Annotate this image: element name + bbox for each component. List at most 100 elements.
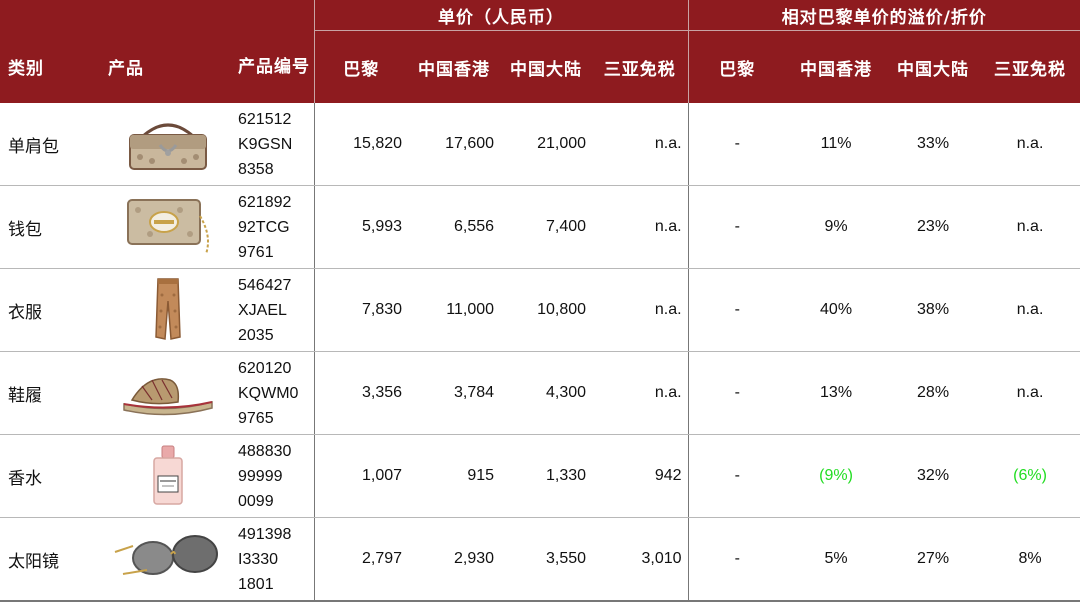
premium-sanya: n.a. (980, 351, 1080, 435)
col-header-price-paris: 巴黎 (313, 30, 409, 103)
price-hk: 17,600 (408, 103, 501, 186)
price-hk: 11,000 (408, 268, 501, 352)
premium-paris: - (687, 185, 787, 269)
product-image-cell (104, 103, 232, 186)
product-image-cell (104, 351, 232, 435)
product-code-line: 488830 (238, 442, 292, 460)
col-header-premium-paris: 巴黎 (687, 30, 787, 103)
product-code-cell: 621892 92TCG 9761 (232, 185, 315, 269)
product-code-line: K9GSN (238, 135, 293, 153)
table-row: 太阳镜 491398 I3330 1801 2,797 2,930 3,550 … (0, 517, 1080, 602)
product-code-line: 9765 (238, 409, 274, 427)
header-blank (0, 0, 315, 31)
premium-paris: - (687, 517, 787, 602)
premium-hk: 9% (786, 185, 887, 269)
col-header-product: 产品 (104, 30, 232, 103)
table-row: 衣服 546427 XJAEL 2035 7,830 11,000 10,800 (0, 268, 1080, 352)
premium-paris: - (687, 103, 787, 186)
category-cell: 单肩包 (0, 103, 104, 186)
price-hk: 6,556 (408, 185, 501, 269)
price-hk: 2,930 (408, 517, 501, 602)
product-code-line: I3330 (238, 550, 279, 568)
category-cell: 香水 (0, 434, 104, 518)
product-image-cell (104, 517, 232, 602)
price-hk: 3,784 (408, 351, 501, 435)
product-code-cell: 488830 99999 0099 (232, 434, 315, 518)
premium-sanya: 8% (980, 517, 1080, 602)
product-image-cell (104, 434, 232, 518)
col-header-premium-mainland: 中国大陆 (886, 30, 981, 103)
product-code-line: 0099 (238, 492, 274, 510)
product-code-cell: 491398 I3330 1801 (232, 517, 315, 602)
group-header-price: 单价（人民币） (313, 0, 689, 31)
col-header-price-sanya: 三亚免税 (592, 30, 689, 103)
premium-hk: 5% (786, 517, 887, 602)
pants-image (155, 278, 181, 340)
product-image-cell (104, 185, 232, 269)
product-code-line: 92TCG (238, 218, 290, 236)
col-header-premium-sanya: 三亚免税 (980, 30, 1080, 103)
product-code-line: 8358 (238, 160, 274, 178)
premium-mainland: 28% (886, 351, 981, 435)
sandal-image (123, 378, 213, 416)
table-row: 香水 488830 99999 0099 1,007 915 1,330 942… (0, 434, 1080, 518)
category-cell: 钱包 (0, 185, 104, 269)
product-code-line: 620120 (238, 359, 292, 377)
price-sanya: n.a. (592, 185, 689, 269)
product-code-line: 621512 (238, 110, 292, 128)
premium-sanya: n.a. (980, 103, 1080, 186)
price-paris: 5,993 (313, 185, 409, 269)
premium-sanya: (6%) (980, 434, 1080, 518)
col-header-price-mainland: 中国大陆 (500, 30, 593, 103)
col-header-category: 类别 (0, 30, 104, 103)
product-code-line: 9761 (238, 243, 274, 261)
premium-mainland: 32% (886, 434, 981, 518)
premium-paris: - (687, 434, 787, 518)
product-code-line: 2035 (238, 326, 274, 344)
premium-mainland: 38% (886, 268, 981, 352)
premium-mainland: 27% (886, 517, 981, 602)
price-paris: 15,820 (313, 103, 409, 186)
category-cell: 太阳镜 (0, 517, 104, 602)
premium-paris: - (687, 268, 787, 352)
price-mainland: 21,000 (500, 103, 593, 186)
table-header: 单价（人民币） 相对巴黎单价的溢价/折价 类别 产品 产品编号 巴黎 中国香港 … (0, 0, 1080, 103)
product-code-line: 99999 (238, 467, 283, 485)
premium-sanya: n.a. (980, 268, 1080, 352)
premium-hk: 11% (786, 103, 887, 186)
col-header-premium-hk: 中国香港 (786, 30, 887, 103)
price-sanya: 942 (592, 434, 689, 518)
product-code-line: KQWM0 (238, 384, 299, 402)
group-header-premium: 相对巴黎单价的溢价/折价 (687, 0, 1080, 31)
price-hk: 915 (408, 434, 501, 518)
product-code-line: 1801 (238, 575, 274, 593)
shoulder-bag-image (129, 123, 207, 170)
product-code-cell: 546427 XJAEL 2035 (232, 268, 315, 352)
premium-paris: - (687, 351, 787, 435)
premium-hk: 13% (786, 351, 887, 435)
category-cell: 鞋履 (0, 351, 104, 435)
wallet-image (127, 199, 209, 255)
price-mainland: 7,400 (500, 185, 593, 269)
price-paris: 1,007 (313, 434, 409, 518)
table-row: 单肩包 621512 K9GSN 8358 15,820 17,600 21,0… (0, 103, 1080, 186)
perfume-image (153, 445, 183, 505)
premium-hk: (9%) (786, 434, 887, 518)
price-mainland: 4,300 (500, 351, 593, 435)
sunglasses-image (114, 535, 218, 575)
premium-sanya: n.a. (980, 185, 1080, 269)
price-sanya: n.a. (592, 351, 689, 435)
price-sanya: 3,010 (592, 517, 689, 602)
col-header-price-hk: 中国香港 (408, 30, 501, 103)
category-cell: 衣服 (0, 268, 104, 352)
price-mainland: 10,800 (500, 268, 593, 352)
premium-hk: 40% (786, 268, 887, 352)
product-code-cell: 620120 KQWM0 9765 (232, 351, 315, 435)
price-sanya: n.a. (592, 103, 689, 186)
product-code-line: 546427 (238, 276, 292, 294)
product-image-cell (104, 268, 232, 352)
product-code-line: XJAEL (238, 301, 287, 319)
price-sanya: n.a. (592, 268, 689, 352)
price-mainland: 1,330 (500, 434, 593, 518)
product-code-cell: 621512 K9GSN 8358 (232, 103, 315, 186)
